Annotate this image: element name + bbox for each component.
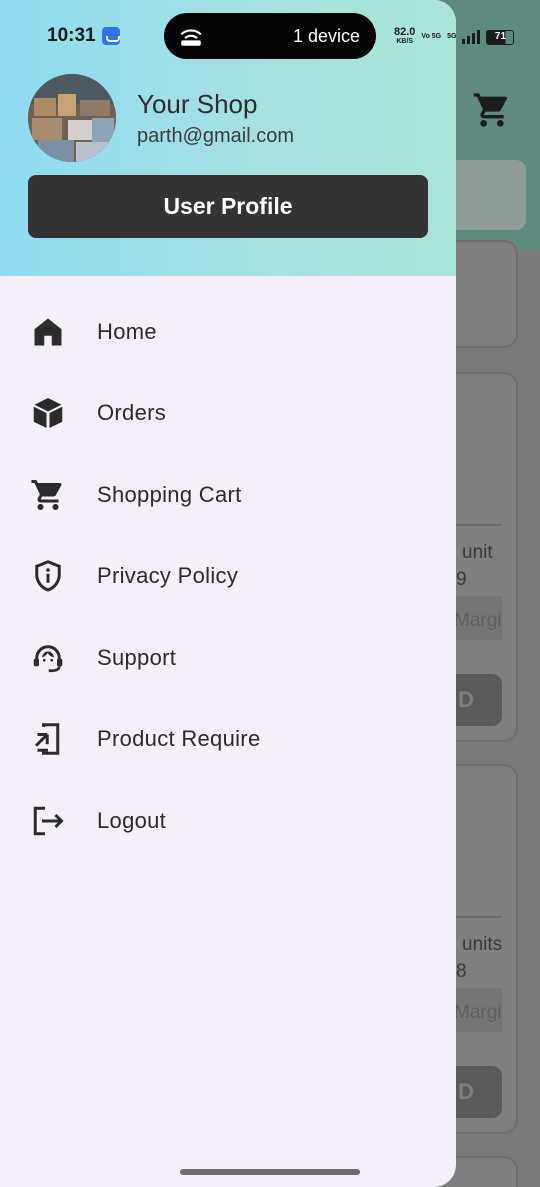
menu-item-product-require[interactable]: Product Require — [0, 699, 456, 779]
avatar[interactable] — [28, 74, 116, 162]
menu-label: Privacy Policy — [97, 563, 239, 588]
dynamic-island-pill[interactable]: 1 device — [164, 13, 376, 59]
hotspot-icon — [180, 29, 202, 46]
logout-icon — [33, 806, 64, 836]
phone-forward-icon — [34, 723, 60, 755]
menu-label: Logout — [97, 808, 167, 833]
status-bar: 10:31 1 device 82.0 KB/S Vo 5G 5G 71 — [0, 0, 540, 70]
user-profile-button[interactable]: User Profile — [28, 175, 428, 238]
menu-label: Support — [97, 645, 177, 670]
user-email: parth@gmail.com — [137, 125, 295, 147]
menu-item-home[interactable]: Home — [0, 292, 456, 372]
menu-label: Orders — [97, 400, 167, 425]
network-type: 5G — [447, 33, 457, 40]
pill-text: 1 device — [292, 26, 360, 46]
app-notification-icon — [102, 27, 120, 45]
menu-item-logout[interactable]: Logout — [0, 781, 456, 861]
menu-item-shopping-cart[interactable]: Shopping Cart — [0, 455, 456, 535]
menu-label: Shopping Cart — [97, 482, 242, 507]
navigation-drawer: Your Shop parth@gmail.com User Profile H… — [0, 0, 456, 1187]
cart-icon — [31, 480, 62, 510]
status-indicators: 82.0 KB/S Vo 5G 5G 71 — [394, 26, 515, 47]
box-icon — [33, 398, 63, 428]
menu-item-orders[interactable]: Orders — [0, 373, 456, 453]
battery-icon: 71 — [486, 29, 515, 45]
shield-info-icon — [35, 560, 61, 592]
home-indicator[interactable] — [180, 1169, 360, 1175]
avatar-photo — [28, 74, 116, 162]
network-speed: 82.0 KB/S — [394, 26, 416, 46]
menu-item-privacy-policy[interactable]: Privacy Policy — [0, 536, 456, 616]
signal-icon — [462, 30, 481, 44]
shop-name: Your Shop — [137, 89, 258, 119]
volte-indicator: Vo 5G — [421, 33, 442, 40]
menu-label: Product Require — [97, 726, 261, 751]
cart-icon — [473, 93, 508, 127]
menu-item-support[interactable]: Support — [0, 618, 456, 698]
home-icon — [34, 318, 62, 346]
support-agent-icon — [33, 645, 63, 673]
status-time: 10:31 — [47, 25, 96, 46]
menu-label: Home — [97, 319, 157, 344]
